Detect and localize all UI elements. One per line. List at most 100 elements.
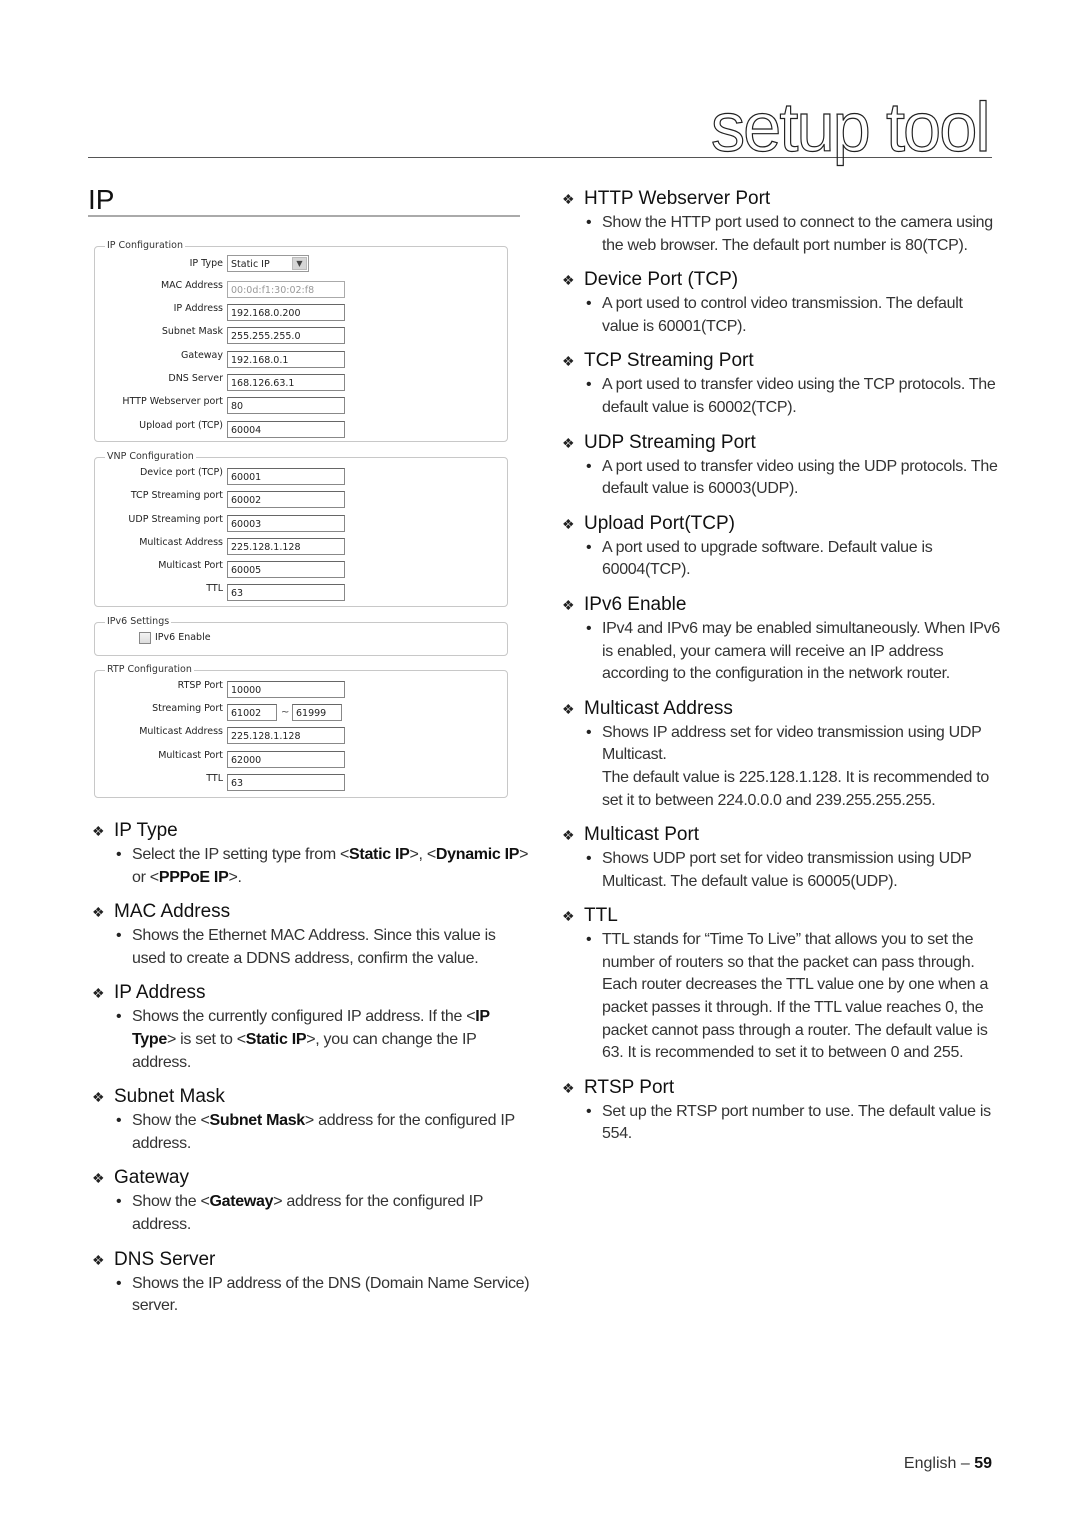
group-legend: VNP Configuration [105, 451, 196, 462]
field-label: TTL [206, 773, 223, 784]
desc-ip-type: ❖ IP Type Select the IP setting type from… [92, 818, 532, 889]
page-number: 59 [974, 1455, 992, 1472]
desc-gateway: ❖ Gateway Show the <Gateway> address for … [92, 1165, 532, 1236]
desc-ip-address: ❖ IP Address Shows the currently configur… [92, 980, 532, 1074]
rtp-multicast-address-field[interactable]: 225.128.1.128 [227, 727, 345, 744]
mac-address-field: 00:0d:f1:30:02:f8 [227, 281, 345, 298]
ip-configuration-group: IP Configuration IP Type Static IP ▼ MAC… [94, 240, 509, 442]
udp-streaming-port-field[interactable]: 60003 [227, 515, 345, 532]
item-body: TTL stands for “Time To Live” that allow… [562, 929, 1002, 1065]
device-port-row: Device port (TCP) 60001 [95, 466, 509, 485]
rtsp-port-row: RTSP Port 10000 [95, 679, 509, 698]
range-separator: ~ [281, 707, 290, 718]
ttl-field[interactable]: 63 [227, 584, 345, 601]
diamond-bullet-icon: ❖ [562, 700, 575, 717]
multicast-address-field[interactable]: 225.128.1.128 [227, 538, 345, 555]
rtp-multicast-port-row: Multicast Port 62000 [95, 749, 509, 768]
desc-mac-address: ❖ MAC Address Shows the Ethernet MAC Addr… [92, 899, 532, 970]
item-title: DNS Server [114, 1248, 216, 1270]
diamond-bullet-icon: ❖ [92, 904, 105, 921]
item-body: Shows the IP address of the DNS (Domain … [92, 1273, 532, 1318]
diamond-bullet-icon: ❖ [562, 434, 575, 451]
item-body: Shows the Ethernet MAC Address. Since th… [92, 925, 532, 970]
udp-streaming-row: UDP Streaming port 60003 [95, 513, 509, 532]
item-title: MAC Address [114, 901, 231, 923]
rtp-multicast-address-row: Multicast Address 225.128.1.128 [95, 725, 509, 744]
field-label: Multicast Port [158, 750, 223, 761]
item-title: TTL [584, 905, 618, 927]
diamond-bullet-icon: ❖ [562, 827, 575, 844]
ip-address-field[interactable]: 192.168.0.200 [227, 304, 345, 321]
device-port-field[interactable]: 60001 [227, 468, 345, 485]
streaming-port-from-field[interactable]: 61002 [227, 704, 277, 721]
field-label: HTTP Webserver port [122, 396, 223, 407]
ipv6-settings-group: IPv6 Settings IPv6 Enable [94, 616, 508, 656]
item-body: Show the <Gateway> address for the confi… [92, 1191, 532, 1236]
field-label: MAC Address [160, 280, 223, 291]
rtsp-port-field[interactable]: 10000 [227, 681, 345, 698]
field-label: Device port (TCP) [139, 467, 223, 478]
desc-subnet-mask: ❖ Subnet Mask Show the <Subnet Mask> addr… [92, 1084, 532, 1155]
rtp-ttl-field[interactable]: 63 [227, 774, 345, 791]
field-label: UDP Streaming port [128, 514, 223, 525]
desc-upload-port: ❖ Upload Port(TCP) A port used to upgrade… [562, 511, 1002, 582]
upload-port-field[interactable]: 60004 [227, 421, 345, 438]
tcp-streaming-port-field[interactable]: 60002 [227, 491, 345, 508]
diamond-bullet-icon: ❖ [92, 823, 105, 839]
gateway-row: Gateway 192.168.0.1 [95, 349, 509, 368]
desc-tcp-streaming-port: ❖ TCP Streaming Port A port used to trans… [562, 348, 1002, 419]
diamond-bullet-icon: ❖ [562, 1079, 575, 1096]
item-body: Shows IP address set for video transmiss… [562, 722, 1002, 767]
item-body: A port used to control video transmissio… [562, 293, 1002, 338]
section-rule [88, 215, 520, 217]
group-legend: IP Configuration [105, 240, 185, 251]
http-port-field[interactable]: 80 [227, 397, 345, 414]
item-title: Multicast Port [584, 824, 700, 846]
item-title: IPv6 Enable [584, 593, 687, 615]
rtp-configuration-group: RTP Configuration RTSP Port 10000 Stream… [94, 664, 509, 798]
group-legend: IPv6 Settings [105, 616, 172, 627]
ip-type-select[interactable]: Static IP ▼ [227, 255, 309, 272]
item-body: Shows UDP port set for video transmissio… [562, 848, 1002, 893]
item-title: UDP Streaming Port [584, 431, 756, 453]
desc-dns-server: ❖ DNS Server Shows the IP address of the … [92, 1247, 532, 1318]
ipv6-enable-checkbox[interactable] [139, 632, 151, 644]
ttl-row: TTL 63 [95, 582, 509, 601]
multicast-port-row: Multicast Port 60005 [95, 559, 509, 578]
subnet-mask-field[interactable]: 255.255.255.0 [227, 327, 345, 344]
desc-ipv6-enable: ❖ IPv6 Enable IPv4 and IPv6 may be enable… [562, 592, 1002, 686]
field-label: IP Address [173, 303, 223, 314]
subnet-mask-row: Subnet Mask 255.255.255.0 [95, 325, 509, 344]
field-label: Multicast Address [139, 726, 223, 737]
select-value: Static IP [231, 259, 270, 270]
item-body: Set up the RTSP port number to use. The … [562, 1101, 1002, 1146]
item-title: TCP Streaming Port [584, 350, 754, 372]
rtp-multicast-port-field[interactable]: 62000 [227, 751, 345, 768]
diamond-bullet-icon: ❖ [562, 515, 575, 532]
item-title: Multicast Address [584, 697, 733, 719]
page-footer: English – 59 [904, 1455, 992, 1473]
diamond-bullet-icon: ❖ [92, 1251, 105, 1268]
chevron-down-icon[interactable]: ▼ [292, 257, 307, 270]
desc-ttl: ❖ TTL TTL stands for “Time To Live” that … [562, 903, 1002, 1065]
item-body-note: The default value is 225.128.1.128. It i… [602, 768, 990, 809]
diamond-bullet-icon: ❖ [562, 272, 575, 289]
dns-server-row: DNS Server 168.126.63.1 [95, 372, 509, 391]
ipv6-enable-label[interactable]: IPv6 Enable [155, 632, 211, 643]
item-title: Device Port (TCP) [584, 269, 739, 291]
http-port-row: HTTP Webserver port 80 [95, 395, 509, 414]
streaming-port-to-field[interactable]: 61999 [292, 704, 342, 721]
field-label: Multicast Port [158, 560, 223, 571]
dns-server-field[interactable]: 168.126.63.1 [227, 374, 345, 391]
diamond-bullet-icon: ❖ [92, 1089, 105, 1106]
right-description-column: ❖ HTTP Webserver Port Show the HTTP port … [562, 186, 1002, 1156]
desc-rtsp-port: ❖ RTSP Port Set up the RTSP port number t… [562, 1075, 1002, 1146]
item-title: HTTP Webserver Port [584, 188, 771, 209]
footer-language: English – [903, 1455, 970, 1472]
desc-multicast-address: ❖ Multicast Address Shows IP address set … [562, 696, 1002, 812]
multicast-port-field[interactable]: 60005 [227, 561, 345, 578]
gateway-field[interactable]: 192.168.0.1 [227, 351, 345, 368]
tcp-streaming-row: TCP Streaming port 60002 [95, 489, 509, 508]
multicast-address-row: Multicast Address 225.128.1.128 [95, 536, 509, 555]
upload-port-row: Upload port (TCP) 60004 [95, 419, 509, 438]
